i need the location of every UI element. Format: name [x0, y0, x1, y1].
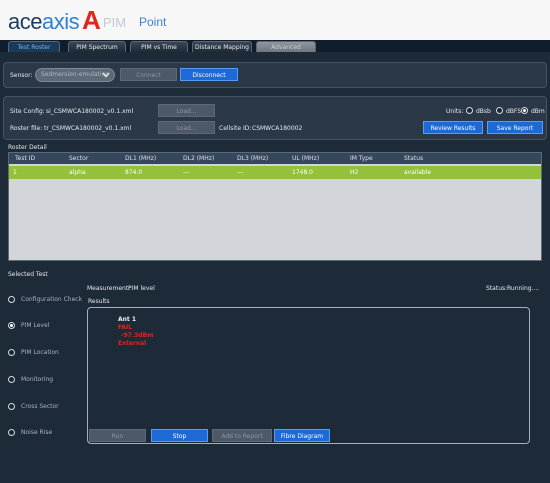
result-location: External	[118, 340, 147, 347]
run-button[interactable]: Run	[89, 429, 146, 442]
radio-icon	[8, 322, 15, 329]
table-cell: 1	[13, 169, 17, 176]
cellsite-value: CSMWCA180002	[252, 125, 303, 132]
test-option-label: Configuration Check	[21, 296, 83, 303]
col-header[interactable]: Status	[404, 153, 423, 164]
sensor-select-value: Sedmersion-emulation	[41, 71, 109, 78]
stop-button[interactable]: Stop	[151, 429, 208, 442]
col-header[interactable]: UL (MHz)	[292, 153, 319, 164]
sensor-select[interactable]: Sedmersion-emulation	[35, 68, 115, 82]
chevron-down-icon	[102, 72, 110, 78]
tab-advanced[interactable]: Advanced	[256, 41, 316, 52]
table-cell: available	[404, 169, 432, 176]
roster-table: Test ID Sector DL1 (MHz) DL2 (MHz) DL3 (…	[8, 152, 542, 261]
test-option-label: PIM Level	[21, 322, 50, 329]
logo-point: Point	[139, 15, 167, 29]
roster-file-label: Roster file:	[10, 125, 43, 132]
result-verdict: FAIL	[118, 324, 133, 331]
app-header: aceaxis A PIM Point	[0, 0, 550, 44]
table-cell: alpha	[69, 169, 86, 176]
radio-icon	[8, 429, 15, 436]
site-config-label: Site Config:	[10, 108, 45, 115]
roster-file-value: tr_CSMWCA180002_v0.1.xml	[44, 125, 132, 132]
unit-label-dbfs: dBFS	[506, 108, 522, 115]
measurement-value: PIM level	[128, 285, 155, 292]
test-option-label: PIM Location	[21, 349, 59, 356]
roster-detail-title: Roster Detail	[8, 144, 47, 151]
unit-label-dbsb: dBsb	[476, 108, 491, 115]
table-cell: ---	[183, 169, 190, 176]
result-value: -97.3dBm	[121, 332, 154, 339]
measurement-label: Measurement:	[87, 285, 131, 292]
table-cell: ---	[237, 169, 244, 176]
logo-pim: PIM	[103, 15, 127, 30]
logo-a: A	[82, 5, 101, 35]
sensor-label: Sensor:	[10, 72, 33, 79]
logo-ace: aceaxis	[8, 9, 80, 34]
results-box: Ant 1 FAIL -97.3dBm External	[87, 307, 530, 444]
status-value: Running....	[507, 285, 540, 292]
tab-pim-spectrum[interactable]: PIM Spectrum	[68, 41, 126, 52]
unit-radio-dbsb[interactable]	[466, 107, 473, 114]
site-config-value: si_CSMWCA180002_v0.1.xml	[46, 108, 134, 115]
unit-radio-dbm[interactable]	[521, 107, 528, 114]
tab-test-roster[interactable]: Test Roster	[8, 41, 60, 52]
connect-button[interactable]: Connect	[120, 68, 177, 81]
col-header[interactable]: DL1 (MHz)	[125, 153, 156, 164]
fibre-diagram-button[interactable]: Fibre Diagram	[274, 429, 330, 442]
col-header[interactable]: DL3 (MHz)	[237, 153, 268, 164]
radio-icon	[8, 349, 15, 356]
status-label: Status:	[486, 285, 508, 292]
result-antenna: Ant 1	[118, 316, 137, 323]
radio-icon	[8, 376, 15, 383]
review-results-button[interactable]: Review Results	[423, 121, 483, 134]
test-option-label: Cross Sector	[21, 403, 59, 410]
test-option-label: Noise Rise	[21, 429, 53, 436]
units-label: Units:	[446, 108, 464, 115]
radio-icon	[8, 403, 15, 410]
add-to-report-button[interactable]: Add to Report	[212, 429, 272, 442]
col-header[interactable]: Test ID	[15, 153, 35, 164]
table-row[interactable]: 1 alpha 874.0 --- --- 1748.0 H2 availabl…	[9, 166, 541, 179]
unit-label-dbm: dBm	[531, 108, 545, 115]
unit-radio-dbfs[interactable]	[496, 107, 503, 114]
load-site-config-button[interactable]: Load...	[158, 104, 215, 117]
table-cell: 1748.0	[292, 169, 313, 176]
table-cell: 874.0	[125, 169, 143, 176]
test-option-label: Monitoring	[21, 376, 54, 383]
results-label: Results	[88, 298, 110, 305]
col-header[interactable]: IM Type	[350, 153, 373, 164]
disconnect-button[interactable]: Disconnect	[180, 68, 238, 81]
table-cell: H2	[350, 169, 359, 176]
tab-pim-vs-time[interactable]: PIM vs Time	[130, 41, 188, 52]
save-report-button[interactable]: Save Report	[487, 121, 543, 134]
col-header[interactable]: Sector	[69, 153, 88, 164]
tab-distance-mapping[interactable]: Distance Mapping	[192, 41, 252, 52]
col-header[interactable]: DL2 (MHz)	[183, 153, 214, 164]
cellsite-label: Cellsite ID:	[219, 125, 252, 132]
radio-icon	[8, 296, 15, 303]
load-roster-button[interactable]: Load...	[158, 121, 215, 134]
selected-test-title: Selected Test	[8, 271, 48, 278]
roster-table-header: Test ID Sector DL1 (MHz) DL2 (MHz) DL3 (…	[9, 153, 541, 164]
